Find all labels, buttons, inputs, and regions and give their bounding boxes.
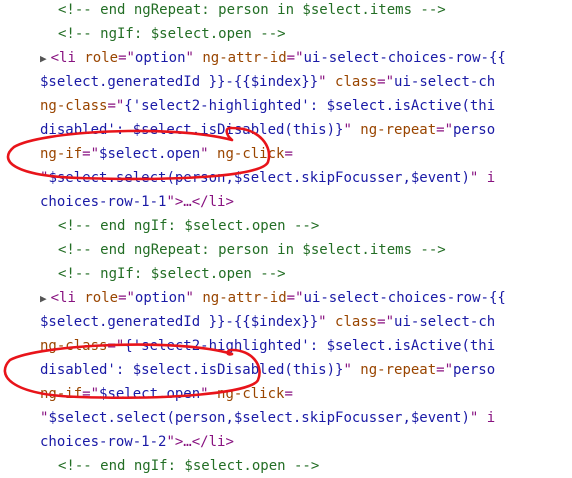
code-token-comment: <!-- end ngRepeat: person in $select.ite…: [58, 2, 446, 18]
code-token-punct: =: [284, 146, 293, 162]
code-token-comment: <!-- end ngRepeat: person in $select.ite…: [58, 242, 446, 258]
code-line[interactable]: choices-row-1-2">…</li>: [40, 430, 572, 454]
code-token-attr-name: ng-class: [40, 338, 108, 354]
code-token-punct: ": [200, 386, 218, 402]
code-line[interactable]: "$select.select(person,$select.skipFocus…: [40, 166, 572, 190]
code-token-attr-name: role: [84, 50, 119, 66]
code-token-attr-name: ng-repeat: [360, 122, 437, 138]
code-token-punct: " i: [469, 410, 496, 426]
code-token-attr-value: $select.generatedId }}-{{$index}}: [40, 314, 319, 330]
code-token-attr-name: ng-repeat: [360, 362, 437, 378]
code-line[interactable]: choices-row-1-1">…</li>: [40, 190, 572, 214]
code-token-punct: ": [200, 146, 218, 162]
code-line[interactable]: <!-- ngIf: $select.open -->: [58, 22, 572, 46]
code-token-attr-value: $select.open: [99, 146, 201, 162]
code-token-attr-value: choices-row-1-2: [40, 434, 167, 450]
code-line[interactable]: ng-if="$select.open" ng-click=: [40, 142, 572, 166]
code-token-attr-value: $select.open: [99, 386, 201, 402]
expand-toggle-icon[interactable]: ▶: [40, 52, 47, 65]
code-token-punct: =": [82, 146, 100, 162]
elements-panel: <!-- end ngRepeat: person in $select.ite…: [0, 0, 572, 474]
code-token-attr-value: option: [134, 290, 186, 306]
code-token-punct: =": [436, 122, 454, 138]
code-line[interactable]: <!-- end ngRepeat: person in $select.ite…: [58, 0, 572, 22]
code-token-attr-name: ng-click: [217, 386, 285, 402]
code-line[interactable]: ng-if="$select.open" ng-click=: [40, 382, 572, 406]
code-token-comment: <!-- end ngIf: $select.open -->: [58, 218, 320, 234]
expand-toggle-icon[interactable]: ▶: [40, 292, 47, 305]
code-token-attr-name: class: [335, 74, 378, 90]
code-token-punct: ": [318, 74, 336, 90]
code-line[interactable]: <!-- end ngRepeat: person in $select.ite…: [58, 238, 572, 262]
code-token-punct: ": [343, 362, 361, 378]
code-token-attr-value: {'select2-highlighted': $select.isActive…: [124, 338, 496, 354]
code-token-tag: ">…</li>: [166, 434, 234, 450]
code-line[interactable]: ▶ <li role="option" ng-attr-id="ui-select…: [40, 286, 572, 310]
code-token-attr-value: $select.select(person,$select.skipFocuss…: [48, 410, 470, 426]
code-line[interactable]: ng-class="{'select2-highlighted': $selec…: [40, 334, 572, 358]
code-token-attr-value: perso: [453, 122, 496, 138]
code-token-punct: =": [107, 98, 125, 114]
code-token-comment: <!-- ngIf: $select.open -->: [58, 26, 286, 42]
code-line[interactable]: disabled': $select.isDisabled(this)}" ng…: [40, 118, 572, 142]
code-line[interactable]: $select.generatedId }}-{{$index}}" class…: [40, 70, 572, 94]
code-token-punct: ": [343, 122, 361, 138]
code-token-attr-value: $select.generatedId }}-{{$index}}: [40, 74, 319, 90]
code-token-attr-name: ng-class: [40, 98, 108, 114]
code-token-attr-value: $select.select(person,$select.skipFocuss…: [48, 170, 470, 186]
code-token-punct: =": [286, 290, 304, 306]
code-token-tag: <li: [50, 50, 85, 66]
code-token-attr-value: disabled': $select.isDisabled(this)}: [40, 122, 344, 138]
code-token-attr-name: ng-attr-id: [202, 50, 287, 66]
code-token-punct: =: [284, 386, 293, 402]
code-token-attr-value: choices-row-1-1: [40, 194, 167, 210]
code-token-punct: =": [286, 50, 304, 66]
code-token-attr-value: ui-select-ch: [394, 314, 496, 330]
code-token-punct: =": [377, 314, 395, 330]
code-line[interactable]: "$select.select(person,$select.skipFocus…: [40, 406, 572, 430]
code-token-attr-value: ui-select-choices-row-{{: [303, 50, 506, 66]
code-token-punct: ": [318, 314, 336, 330]
code-token-attr-name: ng-click: [217, 146, 285, 162]
code-token-attr-name: ng-if: [40, 146, 83, 162]
code-token-punct: ": [185, 290, 203, 306]
code-token-comment: <!-- ngIf: $select.open -->: [58, 266, 286, 282]
code-token-tag: <li: [50, 290, 85, 306]
code-token-attr-name: role: [84, 290, 119, 306]
code-token-attr-value: disabled': $select.isDisabled(this)}: [40, 362, 344, 378]
code-line[interactable]: ▶ <li role="option" ng-attr-id="ui-select…: [40, 46, 572, 70]
code-token-punct: =": [118, 50, 135, 66]
code-token-tag: ">…</li>: [166, 194, 234, 210]
code-token-attr-name: ng-attr-id: [202, 290, 287, 306]
code-token-attr-value: option: [134, 50, 186, 66]
code-token-comment: <!-- end ngIf: $select.open -->: [58, 458, 320, 474]
code-token-punct: =": [82, 386, 100, 402]
code-token-punct: =": [377, 74, 395, 90]
code-token-punct: " i: [469, 170, 496, 186]
code-line[interactable]: <!-- end ngIf: $select.open -->: [58, 454, 572, 478]
code-token-attr-value: {'select2-highlighted': $select.isActive…: [124, 98, 496, 114]
code-line[interactable]: ng-class="{'select2-highlighted': $selec…: [40, 94, 572, 118]
code-token-attr-value: ui-select-choices-row-{{: [303, 290, 506, 306]
code-token-punct: ": [185, 50, 203, 66]
code-token-attr-value: ui-select-ch: [394, 74, 496, 90]
code-line[interactable]: <!-- ngIf: $select.open -->: [58, 262, 572, 286]
code-line[interactable]: <!-- end ngIf: $select.open -->: [58, 214, 572, 238]
code-line[interactable]: disabled': $select.isDisabled(this)}" ng…: [40, 358, 572, 382]
code-token-punct: =": [436, 362, 454, 378]
code-token-attr-value: perso: [453, 362, 496, 378]
code-line[interactable]: $select.generatedId }}-{{$index}}" class…: [40, 310, 572, 334]
code-token-attr-name: class: [335, 314, 378, 330]
code-token-punct: =": [107, 338, 125, 354]
code-token-punct: =": [118, 290, 135, 306]
code-token-attr-name: ng-if: [40, 386, 83, 402]
